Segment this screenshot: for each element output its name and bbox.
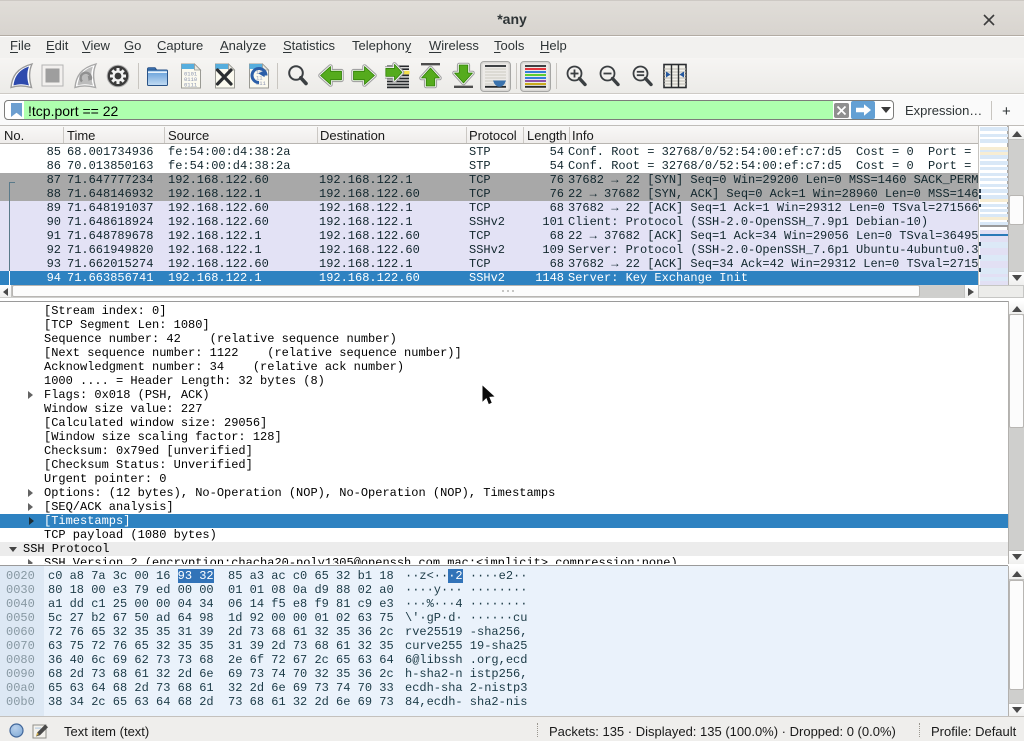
svg-text:0111: 0111	[184, 82, 198, 89]
